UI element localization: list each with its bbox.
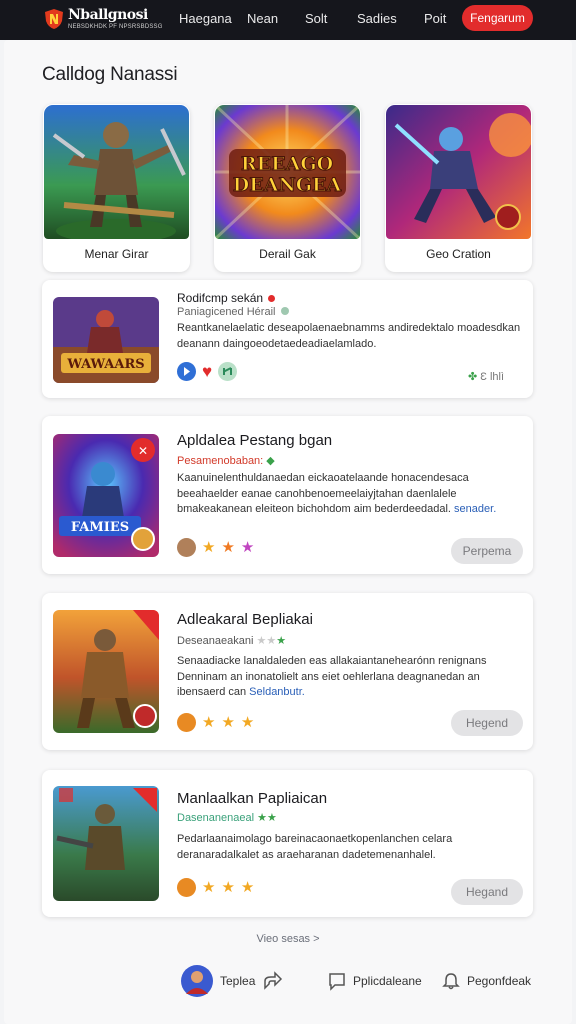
svg-text:✕: ✕ (138, 444, 148, 458)
avatar-icon (177, 538, 196, 557)
star-icon: ★ (221, 714, 235, 731)
card-1-subtitle-text: Paniagicened Hérail (177, 306, 276, 318)
card-2-title: Apldalea Pestang bgan (177, 432, 333, 449)
featured-label-3: Geo Cration (426, 247, 491, 261)
card-1-meta: ✤ Ɛ lhlì (468, 370, 504, 383)
card-1-title: Rodifcmp sekán (177, 291, 276, 305)
warrior-art-image (44, 105, 189, 239)
card-3-description: Senaadiacke lanaldaleden eas allakaianta… (177, 654, 517, 701)
featured-label-2: Derail Gak (259, 247, 316, 261)
clover-icon: ✤ (468, 371, 478, 383)
card-1-thumbnail: WAWAARS (53, 297, 159, 383)
card-2-link[interactable]: senader. (454, 503, 496, 515)
card-4-thumbnail (53, 786, 159, 901)
star-icon: ★ (276, 635, 287, 647)
card-3-thumbnail (53, 610, 159, 733)
card-3-title: Adleakaral Bepliakai (177, 611, 313, 628)
red-dot-icon (268, 295, 276, 302)
game-card-1[interactable]: WAWAARS Rodifcmp sekán Paniagicened Héra… (42, 280, 533, 398)
view-all-link[interactable]: Vieo sesas > (0, 933, 576, 945)
play-icon[interactable] (177, 362, 196, 381)
page-title: Calldog Nanassi (42, 64, 178, 85)
badge-icon (280, 307, 289, 315)
card-2-description-text: Kaanuinelenthuldanaedan eickaoatelaande … (177, 472, 469, 515)
share-icon[interactable] (218, 362, 238, 381)
nav-item-5[interactable]: Poit (424, 11, 446, 26)
featured-art-text-2: DEANGEA (233, 174, 342, 196)
card-4-button[interactable]: Hegand (451, 879, 523, 905)
bolt-icon (177, 878, 196, 897)
card-3-subtitle-text: Deseanaeakani (177, 635, 254, 647)
top-navigation-bar: Nballgnosi NEBSDKHDK PF NPSRSBDSSG Haega… (0, 0, 576, 40)
header-cta-button[interactable]: Fengarum (462, 5, 533, 31)
star-icon: ★ (221, 879, 235, 896)
bottom-nav-label-1: Teplea (220, 974, 256, 988)
featured-art-text-1: REEAGO (241, 153, 333, 175)
star-icon: ★ (202, 714, 216, 731)
card-2-subtitle: Pesamenobaban: ◆ (177, 454, 275, 467)
bottom-nav-item-2[interactable]: Pplicdaleane (327, 964, 422, 998)
brand-tagline: NEBSDKHDK PF NPSRSBDSSG (68, 24, 163, 30)
bottom-nav-label-3: Pegonfdeak (467, 974, 532, 988)
card-3-button[interactable]: Hegend (451, 710, 523, 736)
nav-item-3[interactable]: Solt (305, 11, 327, 26)
card-4-subtitle-text: Dasenanenaeal (177, 812, 255, 824)
bolt-icon (177, 713, 196, 732)
brand-name: Nballgnosi (68, 7, 148, 23)
gem-icon: ◆ (266, 455, 275, 467)
brand-shield-icon (45, 9, 63, 29)
star-icon: ★ (240, 879, 255, 896)
card-2-button[interactable]: Perpema (451, 538, 523, 564)
heart-icon[interactable]: ♥ (202, 362, 212, 381)
nav-item-2[interactable]: Nean (247, 11, 278, 26)
star-icon: ★ (202, 539, 216, 556)
featured-card-1[interactable]: Menar Girar (43, 104, 190, 272)
game-logo-art-image: REEAGO DEANGEA (215, 105, 360, 239)
featured-card-3[interactable]: Geo Cration (385, 104, 532, 272)
card-2-description: Kaanuinelenthuldanaedan eickaoatelaande … (177, 471, 507, 518)
card-4-title: Manlaalkan Papliaican (177, 790, 328, 807)
card-1-meta-text: Ɛ lhlì (480, 371, 505, 383)
star-icon: ★ (240, 539, 255, 556)
star-icon: ★ (221, 539, 235, 556)
avatar-icon (181, 965, 213, 997)
card-3-subtitle: Deseanaeakani ★★★ (177, 634, 286, 647)
game-card-2[interactable]: ✕ FAMIES Apldalea Pestang bgan Pesamenob… (42, 416, 533, 574)
card-1-description: Reantkanelaelatic deseapolaenaebnamms an… (177, 322, 521, 350)
knight-art-image (386, 105, 531, 239)
share-icon (264, 971, 283, 990)
card-1-art-text: WAWAARS (66, 357, 144, 372)
star-icon: ★ (240, 714, 255, 731)
card-1-subtitle: Paniagicened Hérail (177, 306, 289, 318)
brand-logo[interactable]: Nballgnosi NEBSDKHDK PF NPSRSBDSSG (44, 6, 162, 34)
star-icon: ★★ (257, 812, 277, 824)
star-icon: ★★ (256, 635, 277, 647)
featured-label-1: Menar Girar (84, 247, 149, 261)
game-card-4[interactable]: Manlaalkan Papliaican Dasenanenaeal ★★ P… (42, 770, 533, 917)
card-3-rating: ★ ★ ★ (177, 713, 254, 732)
card-2-thumbnail: ✕ FAMIES (53, 434, 159, 557)
card-3-link[interactable]: Seldanbutr. (249, 686, 305, 698)
card-3-description-text: Senaadiacke lanaldaleden eas allakaianta… (177, 655, 487, 698)
chat-icon (329, 973, 345, 991)
bottom-nav-item-1[interactable]: Teplea (180, 964, 283, 998)
game-card-3[interactable]: Adleakaral Bepliakai Deseanaeakani ★★★ S… (42, 593, 533, 750)
nav-item-1[interactable]: Haegana (179, 11, 232, 26)
card-4-rating: ★ ★ ★ (177, 878, 254, 897)
card-4-subtitle: Dasenanenaeal ★★ (177, 811, 277, 824)
star-icon: ★ (202, 879, 216, 896)
bell-icon (442, 973, 460, 990)
card-2-subtitle-text: Pesamenobaban: (177, 455, 264, 467)
card-1-title-text: Rodifcmp sekán (177, 291, 264, 305)
bottom-nav-label-2: Pplicdaleane (353, 974, 422, 988)
card-2-rating: ★ ★ ★ (177, 538, 254, 557)
bottom-nav-item-3[interactable]: Pegonfdeak (441, 964, 531, 998)
card-4-description: Pedarlaanaimolago bareinacaonaetkopenlan… (177, 833, 453, 861)
card-2-art-text: FAMIES (71, 520, 129, 535)
nav-item-4[interactable]: Sadies (357, 11, 397, 26)
card-1-actions: ♥ (177, 362, 238, 381)
featured-card-2[interactable]: REEAGO DEANGEA Derail Gak (214, 104, 361, 272)
